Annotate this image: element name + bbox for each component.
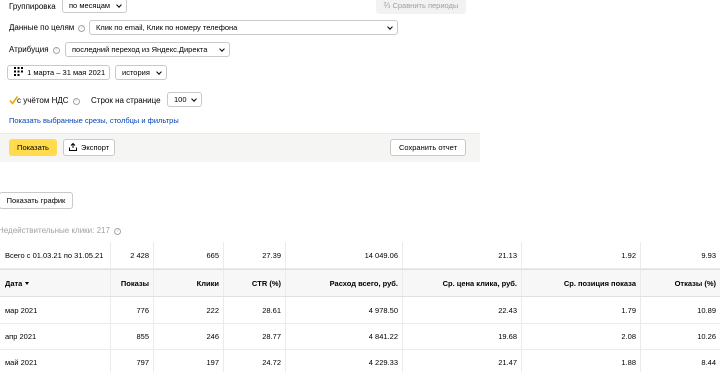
total-impressions: 2 428: [111, 242, 154, 268]
row-bounce: 10.89: [697, 306, 716, 315]
row-ctr: 24.72: [224, 349, 286, 372]
chevron-down-icon: [116, 2, 122, 8]
question-icon[interactable]: ?: [52, 47, 60, 54]
invalid-clicks-text: Недействительные клики: 217?: [0, 226, 121, 235]
goals-select[interactable]: Клик по email, Клик по номеру телефона: [89, 20, 398, 35]
row-spend: 4 229.33: [286, 349, 403, 372]
column-header-date[interactable]: Дата: [0, 270, 111, 296]
row-avg-cpc: 19.68: [403, 323, 522, 349]
row-avg-position: 1.79: [522, 297, 641, 323]
table-row: апр 2021 855 246 28.77 4 841.22 19.68 2.…: [0, 323, 720, 350]
rows-per-page-label: Строк на странице: [91, 96, 161, 105]
chevron-down-icon: [387, 24, 393, 30]
column-header-avg-cpc[interactable]: Ср. цена клика, руб.: [403, 270, 522, 296]
column-header-ctr[interactable]: CTR (%): [224, 270, 286, 296]
save-report-button[interactable]: Сохранить отчет: [390, 139, 466, 156]
chevron-down-icon: [156, 69, 162, 75]
row-bounce: 10.26: [697, 332, 716, 341]
vat-label: с учётом НДС?: [17, 96, 80, 105]
row-clicks: 246: [154, 323, 224, 349]
table-header-row: Дата Показы Клики CTR (%) Расход всего, …: [0, 269, 720, 297]
column-header-bounce[interactable]: Отказы (%): [641, 270, 720, 296]
row-spend: 4 978.50: [286, 297, 403, 323]
column-header-impressions[interactable]: Показы: [111, 270, 154, 296]
chevron-down-icon: [219, 46, 225, 52]
row-ctr: 28.61: [224, 297, 286, 323]
row-avg-position: 1.88: [522, 349, 641, 372]
row-clicks: 222: [154, 297, 224, 323]
report-settings-panel: Группировка по месяцам ⅔ Сравнить период…: [0, 0, 480, 162]
row-bounce: 8.44: [701, 358, 716, 367]
compare-periods-button[interactable]: ⅔ Сравнить периоды: [376, 0, 466, 14]
row-date: мар 2021: [0, 297, 111, 323]
attribution-select[interactable]: последний переход из Яндекс.Директа: [65, 42, 230, 57]
grouping-label: Группировка: [9, 2, 56, 11]
rows-per-page-value: 100: [174, 95, 187, 104]
date-range-value: 1 марта – 31 мая 2021: [27, 68, 106, 77]
total-bounce: 9.93: [701, 251, 716, 260]
show-button[interactable]: Показать: [9, 139, 57, 156]
row-clicks: 197: [154, 349, 224, 372]
compare-icon: ⅔: [383, 1, 391, 10]
goals-label: Данные по целям?: [9, 23, 86, 32]
compare-periods-label: Сравнить периоды: [392, 1, 459, 10]
question-icon[interactable]: ?: [113, 228, 121, 235]
table-row: мар 2021 776 222 28.61 4 978.50 22.43 1.…: [0, 297, 720, 324]
export-label: Экспорт: [80, 143, 110, 152]
chevron-down-icon: [191, 96, 197, 102]
total-avg-cpc: 21.13: [403, 242, 522, 268]
calendar-icon: [14, 67, 23, 76]
row-impressions: 797: [111, 349, 154, 372]
show-slices-link[interactable]: Показать выбранные срезы, столбцы и филь…: [9, 116, 179, 125]
row-date: май 2021: [0, 349, 111, 372]
rows-per-page-select[interactable]: 100: [167, 92, 202, 107]
export-button[interactable]: Экспорт: [63, 139, 115, 156]
row-impressions: 776: [111, 297, 154, 323]
total-spend: 14 049.06: [286, 242, 403, 268]
row-avg-position: 2.08: [522, 323, 641, 349]
attribution-value: последний переход из Яндекс.Директа: [72, 45, 208, 54]
row-impressions: 855: [111, 323, 154, 349]
date-range-picker[interactable]: 1 марта – 31 мая 2021: [7, 65, 110, 80]
grouping-value: по месяцам: [69, 1, 111, 10]
table-row: май 2021 797 197 24.72 4 229.33 21.47 1.…: [0, 349, 720, 372]
total-label: Всего с 01.03.21 по 31.05.21: [0, 242, 111, 268]
goals-value: Клик по email, Клик по номеру телефона: [96, 23, 238, 32]
row-avg-cpc: 22.43: [403, 297, 522, 323]
column-header-spend[interactable]: Расход всего, руб.: [286, 270, 403, 296]
total-ctr: 27.39: [224, 242, 286, 268]
row-avg-cpc: 21.47: [403, 349, 522, 372]
history-value: история: [122, 68, 150, 77]
column-header-clicks[interactable]: Клики: [154, 270, 224, 296]
total-clicks: 665: [154, 242, 224, 268]
total-avg-position: 1.92: [522, 242, 641, 268]
question-icon[interactable]: ?: [78, 25, 86, 32]
history-select[interactable]: история: [115, 65, 167, 80]
grouping-select[interactable]: по месяцам: [62, 0, 127, 13]
show-chart-button[interactable]: Показать график: [0, 192, 73, 209]
question-icon[interactable]: ?: [72, 98, 80, 105]
export-icon: [68, 142, 77, 151]
sort-down-icon: [25, 282, 30, 285]
panel-footer: Показать Экспорт Сохранить отчет: [0, 133, 480, 162]
row-ctr: 28.77: [224, 323, 286, 349]
table-total-row: Всего с 01.03.21 по 31.05.21 2 428 665 2…: [0, 242, 720, 269]
row-spend: 4 841.22: [286, 323, 403, 349]
row-date: апр 2021: [0, 323, 111, 349]
attribution-label: Атрибуция?: [9, 45, 60, 54]
column-header-avg-position[interactable]: Ср. позиция показа: [522, 270, 641, 296]
